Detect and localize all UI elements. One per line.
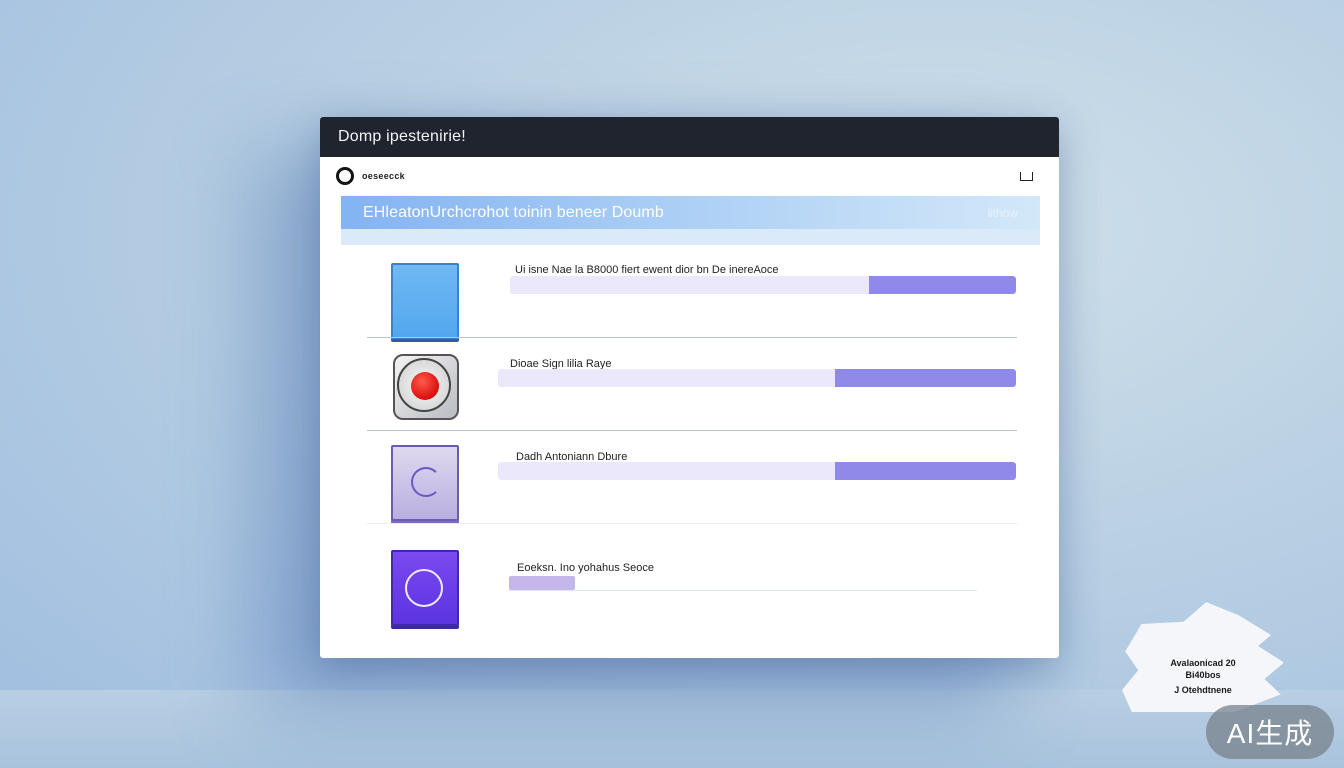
window-title: Domp ipestenirie! xyxy=(338,128,466,145)
list-item[interactable]: Dadh Antoniann Dbure xyxy=(367,430,1017,523)
progress-track xyxy=(498,369,1016,387)
record-button-icon xyxy=(389,348,459,420)
title-bar[interactable]: Domp ipestenirie! xyxy=(320,117,1059,157)
progress-fill xyxy=(509,576,575,590)
item-label: Ui isne Nae la B8000 fiert ewent dior bn… xyxy=(515,264,779,276)
item-label: Eoeksn. Ino yohahus Seoce xyxy=(517,562,654,574)
violet-circle-icon xyxy=(391,550,459,626)
list-item[interactable]: Ui isne Nae la B8000 fiert ewent dior bn… xyxy=(367,245,1017,339)
progress-track xyxy=(509,576,977,591)
progress-fill xyxy=(834,369,1016,387)
badge-line: Bi40bos xyxy=(1185,670,1221,680)
progress-track xyxy=(510,276,1016,294)
badge-line: Avalaonicad 20 xyxy=(1170,658,1236,668)
toolbar: oeseecck xyxy=(336,165,1033,187)
progress-fill xyxy=(834,462,1016,480)
progress-track xyxy=(498,462,1016,480)
list-item[interactable]: Eoeksn. Ino yohahus Seoce xyxy=(367,523,1017,632)
list-item[interactable]: Dioae Sign lilia Raye xyxy=(367,337,1017,430)
app-window: Domp ipestenirie! oeseecck EHleatonUrchc… xyxy=(320,117,1059,658)
loading-square-icon xyxy=(391,445,459,521)
ai-generated-watermark: AI生成 xyxy=(1206,705,1334,759)
toolbar-label: oeseecck xyxy=(362,171,405,181)
minimize-icon[interactable] xyxy=(1020,171,1033,181)
banner-link[interactable]: lithow xyxy=(987,206,1018,220)
badge-line: J Otehdtnene xyxy=(1174,685,1232,695)
blue-square-icon xyxy=(391,263,459,339)
banner-title: EHleatonUrchcrohot toinin beneer Doumb xyxy=(363,203,664,221)
award-badge: Avalaonicad 20 Bi40bos J Otehdtnene xyxy=(1122,602,1284,712)
item-list: Ui isne Nae la B8000 fiert ewent dior bn… xyxy=(367,245,1017,632)
banner-strip xyxy=(341,229,1040,245)
banner: EHleatonUrchcrohot toinin beneer Doumb l… xyxy=(341,196,1040,245)
logo-icon xyxy=(336,167,354,185)
progress-fill xyxy=(869,276,1016,294)
